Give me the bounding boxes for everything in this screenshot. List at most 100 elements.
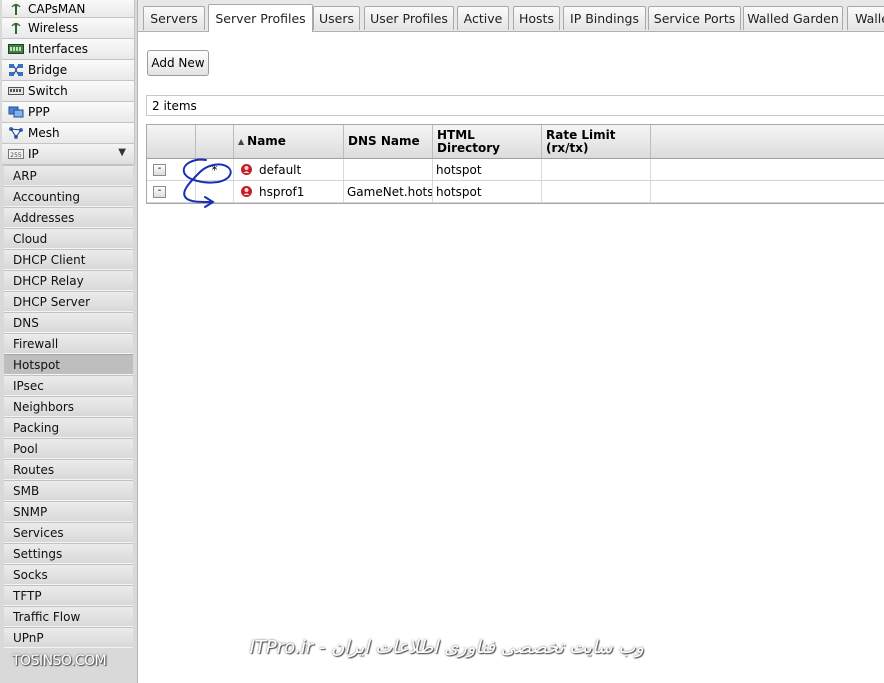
tab-user-profiles[interactable]: User Profiles [364,6,454,30]
row-dns-name [344,159,433,180]
sidebar-item-interfaces[interactable]: Interfaces [2,39,135,60]
table-row[interactable]: - hsprof1 GameNet.hotspothotspot [147,181,884,203]
sidebar-item-label: IP [28,147,39,161]
row-name-cell: default [234,159,344,180]
add-new-button[interactable]: Add New [147,50,209,76]
ppp-icon [8,105,24,119]
tab-walled-garden[interactable]: Walled Garden [743,6,843,30]
sidebar-subitem-dhcp-relay[interactable]: DHCP Relay [4,270,133,291]
sidebar-subitem-upnp[interactable]: UPnP [4,627,133,648]
sidebar-item-capsman[interactable]: CAPsMAN [2,0,135,18]
items-count-bar: 2 items [146,95,884,116]
sidebar-subitem-tftp[interactable]: TFTP [4,585,133,606]
server-profiles-table: ▲ Name DNS Name HTML Directory Rate Limi… [146,124,884,204]
sidebar-item-bridge[interactable]: Bridge [2,60,135,81]
sidebar-item-ip[interactable]: 255 IP ▼ [2,144,135,165]
sidebar-item-label: CAPsMAN [28,1,86,16]
sidebar-subitem-dhcp-client[interactable]: DHCP Client [4,249,133,270]
row-dns-name: GameNet.hotspot [344,181,433,202]
antenna-icon [8,21,24,35]
tab-walle[interactable]: Walle [847,6,884,30]
row-name-cell: hsprof1 [234,181,344,202]
sidebar-item-label: Switch [28,84,68,98]
row-html-directory: hotspot [433,181,542,202]
sidebar-item-ppp[interactable]: PPP [2,102,135,123]
ip-submenu: ARP Accounting Addresses Cloud DHCP Client DH… [0,165,137,648]
sidebar-subitem-settings[interactable]: Settings [4,543,133,564]
collapse-row-button[interactable]: - [153,163,166,176]
column-header-dns-name[interactable]: DNS Name [344,125,433,159]
tab-servers[interactable]: Servers [143,6,205,30]
column-header-label: DNS Name [348,134,420,148]
interfaces-icon [8,42,24,56]
column-header-label: (rx/tx) [546,140,589,155]
collapse-row-button[interactable]: - [153,185,166,198]
sidebar-subitem-smb[interactable]: SMB [4,480,133,501]
sidebar-item-wireless[interactable]: Wireless [2,18,135,39]
chevron-down-icon[interactable]: ▼ [118,147,126,158]
sidebar-item-label: Interfaces [28,42,88,56]
sidebar-subitem-arp[interactable]: ARP [4,165,133,186]
sidebar-subitem-ipsec[interactable]: IPsec [4,375,133,396]
ip-icon-badge: 255 [10,152,22,159]
sidebar-item-mesh[interactable]: Mesh [2,123,135,144]
sidebar-item-label: Bridge [28,63,68,77]
sidebar-subitem-packing[interactable]: Packing [4,417,133,438]
row-filler [651,159,884,180]
row-name: default [259,162,302,177]
sidebar-subitem-dhcp-server[interactable]: DHCP Server [4,291,133,312]
sidebar-subitem-firewall[interactable]: Firewall [4,333,133,354]
hotspot-profile-icon [241,186,252,197]
watermark-itpro: ITPro.ir - وب سایت تخصصی فناوری اطلاعات … [249,637,644,658]
sidebar-subitem-accounting[interactable]: Accounting [4,186,133,207]
mesh-icon [8,126,24,140]
column-header-label: Rate Limit [546,127,616,142]
items-count: 2 items [152,98,197,113]
tab-service-ports[interactable]: Service Ports [648,6,741,30]
sidebar-subitem-hotspot[interactable]: Hotspot [4,354,133,375]
row-name: hsprof1 [259,184,305,199]
tab-ip-bindings[interactable]: IP Bindings [563,6,646,30]
sidebar-subitem-neighbors[interactable]: Neighbors [4,396,133,417]
column-header-label: HTML Directory [437,127,500,155]
sidebar-item-label: PPP [28,105,50,119]
hotspot-profile-icon [241,164,252,175]
sidebar-subitem-traffic-flow[interactable]: Traffic Flow [4,606,133,627]
row-button-cell: - [147,159,196,180]
sidebar-subitem-routes[interactable]: Routes [4,459,133,480]
row-flag [196,181,234,202]
tab-users[interactable]: Users [313,6,360,30]
column-header-name[interactable]: ▲ Name [234,125,344,159]
sidebar-item-label: Wireless [28,21,79,35]
tab-active[interactable]: Active [457,6,509,30]
sidebar-item-label: Mesh [28,126,60,140]
row-html-directory: hotspot [433,159,542,180]
row-rate-limit [542,159,651,180]
row-flag: * [196,159,234,180]
column-header-button[interactable] [147,125,196,159]
antenna-icon [8,2,24,16]
watermark-tosinso: TOSINSO.COM [12,653,107,669]
sidebar-subitem-snmp[interactable]: SNMP [4,501,133,522]
column-header-filler [651,125,884,159]
bridge-icon [8,63,24,77]
column-header-flag[interactable] [196,125,234,159]
tab-hosts[interactable]: Hosts [513,6,560,30]
tab-bar: Servers Server Profiles Users User Profiles… [138,0,884,32]
column-header-label: Name [247,134,286,148]
column-header-rate-limit[interactable]: Rate Limit (rx/tx) [542,125,651,159]
ip-icon: 255 [8,147,24,161]
tab-server-profiles[interactable]: Server Profiles [208,4,313,32]
sort-asc-icon: ▲ [238,137,245,146]
sidebar-subitem-pool[interactable]: Pool [4,438,133,459]
sidebar-subitem-dns[interactable]: DNS [4,312,133,333]
switch-icon [8,84,24,98]
row-rate-limit [542,181,651,202]
sidebar-subitem-services[interactable]: Services [4,522,133,543]
sidebar-subitem-socks[interactable]: Socks [4,564,133,585]
sidebar-item-switch[interactable]: Switch [2,81,135,102]
sidebar-subitem-addresses[interactable]: Addresses [4,207,133,228]
column-header-html-directory[interactable]: HTML Directory [433,125,542,159]
table-row[interactable]: - * default hotspot [147,159,884,181]
sidebar-subitem-cloud[interactable]: Cloud [4,228,133,249]
